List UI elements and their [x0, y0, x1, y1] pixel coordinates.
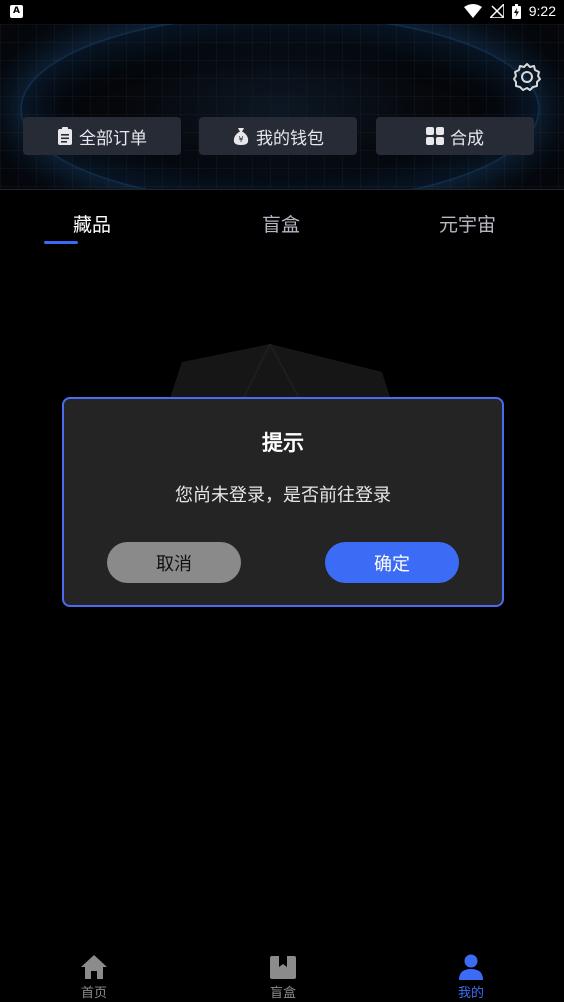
app-notification-icon: A [10, 5, 23, 18]
confirm-button[interactable]: 确定 [325, 542, 459, 583]
svg-text:¥: ¥ [238, 135, 243, 144]
wifi-icon [463, 4, 482, 18]
nav-home[interactable]: 首页 [54, 954, 134, 1001]
tab-blind-box[interactable]: 盲盒 [262, 210, 300, 237]
synthesize-button[interactable]: 合成 [376, 117, 534, 155]
header-glow [20, 24, 540, 189]
tab-collectibles[interactable]: 藏品 [73, 210, 111, 237]
dialog-title: 提示 [262, 431, 304, 455]
money-bag-icon: ¥ [233, 128, 249, 145]
nav-home-label: 首页 [80, 986, 107, 1001]
box-icon [270, 956, 296, 979]
tab-metaverse[interactable]: 元宇宙 [439, 210, 496, 237]
grid-icon [426, 127, 444, 145]
synthesize-label: 合成 [450, 128, 484, 149]
nav-mine-label: 我的 [457, 986, 484, 1001]
gear-icon[interactable] [511, 61, 543, 93]
all-orders-button[interactable]: 全部订单 [23, 117, 181, 155]
status-icons: 9:22 [463, 3, 556, 19]
home-icon [81, 955, 107, 979]
profile-header: 全部订单 ¥ 我的钱包 合成 [0, 24, 564, 190]
nav-blind-box[interactable]: 盲盒 [243, 954, 323, 1001]
login-prompt-dialog: 提示 您尚未登录，是否前往登录 取消 确定 [62, 397, 504, 607]
my-wallet-button[interactable]: ¥ 我的钱包 [199, 117, 357, 155]
user-icon [459, 954, 483, 980]
all-orders-label: 全部订单 [79, 128, 147, 149]
status-bar: A 9:22 [0, 0, 564, 24]
my-wallet-label: 我的钱包 [256, 128, 324, 149]
cancel-button[interactable]: 取消 [107, 542, 241, 583]
battery-icon [511, 3, 521, 19]
nav-mine[interactable]: 我的 [431, 954, 511, 1001]
no-signal-icon [489, 4, 504, 18]
dialog-message: 您尚未登录，是否前往登录 [175, 485, 391, 506]
nav-blind-box-label: 盲盒 [269, 986, 296, 1001]
clipboard-icon [58, 127, 72, 145]
clock: 9:22 [528, 3, 556, 19]
active-tab-indicator [44, 241, 78, 244]
